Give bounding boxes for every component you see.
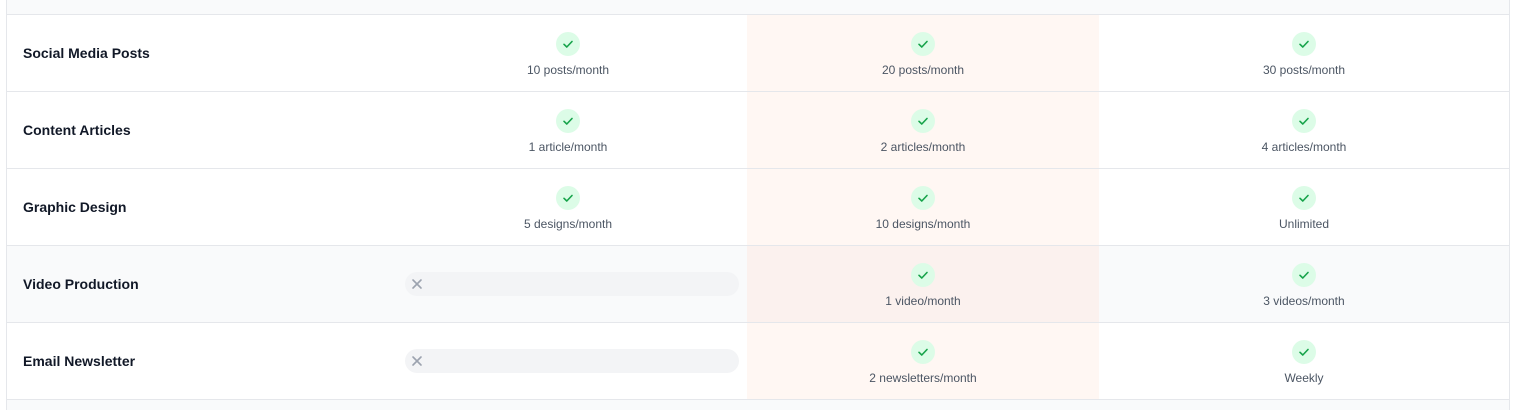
plan-cell: Unlimited (1099, 169, 1509, 245)
plan-value: 30 posts/month (1262, 62, 1346, 77)
plan-cell: 10 designs/month (747, 169, 1099, 245)
plan-cell: 1 video/month (747, 246, 1099, 322)
feature-comparison-table: Social Media Posts 10 posts/month 20 pos… (6, 0, 1510, 410)
feature-label: Email Newsletter (23, 353, 136, 369)
feature-label: Graphic Design (23, 199, 127, 215)
table-row: Email Newsletter 2 newsletters/month Wee… (7, 323, 1509, 400)
plan-value: 20 posts/month (881, 62, 965, 77)
plan-value: 4 articles/month (1261, 139, 1347, 154)
table-row: Content Articles 1 article/month 2 artic… (7, 92, 1509, 169)
plan-cell: 3 videos/month (1099, 246, 1509, 322)
plan-cell: 10 posts/month (389, 15, 747, 91)
check-icon (556, 108, 580, 133)
feature-label: Social Media Posts (23, 45, 150, 61)
plan-value: Weekly (1284, 370, 1324, 385)
plan-cell: 5 designs/month (389, 169, 747, 245)
check-icon (556, 31, 580, 56)
plan-value: 5 designs/month (523, 216, 613, 231)
plan-cell: Weekly (1099, 323, 1509, 399)
check-icon (1292, 31, 1316, 56)
table-header-band (7, 0, 1509, 15)
table-row: Video Production 1 video/month 3 videos/… (7, 246, 1509, 323)
check-icon (911, 185, 935, 210)
x-icon (412, 356, 422, 366)
plan-cell: 4 articles/month (1099, 92, 1509, 168)
plan-value: 10 posts/month (526, 62, 610, 77)
plan-value: 1 video/month (885, 293, 961, 308)
plan-cell: 2 newsletters/month (747, 323, 1099, 399)
not-included-pill (405, 272, 739, 296)
plan-cell: 20 posts/month (747, 15, 1099, 91)
check-icon (1292, 262, 1316, 287)
plan-cell (389, 246, 747, 322)
x-icon (412, 279, 422, 289)
plan-cell: 30 posts/month (1099, 15, 1509, 91)
check-icon (911, 339, 935, 364)
plan-value: 10 designs/month (875, 216, 971, 231)
check-icon (556, 185, 580, 210)
plan-cell: 2 articles/month (747, 92, 1099, 168)
table-footer-band (7, 400, 1509, 410)
table-row: Graphic Design 5 designs/month 10 design… (7, 169, 1509, 246)
table-row: Social Media Posts 10 posts/month 20 pos… (7, 15, 1509, 92)
feature-label: Video Production (23, 276, 139, 292)
check-icon (911, 108, 935, 133)
not-included-pill (405, 349, 739, 373)
check-icon (911, 31, 935, 56)
plan-cell: 1 article/month (389, 92, 747, 168)
plan-value: 1 article/month (528, 139, 608, 154)
plan-value: 3 videos/month (1263, 293, 1345, 308)
plan-value: Unlimited (1278, 216, 1329, 231)
check-icon (1292, 185, 1316, 210)
check-icon (911, 262, 935, 287)
feature-label: Content Articles (23, 122, 131, 138)
plan-value: 2 newsletters/month (869, 370, 977, 385)
check-icon (1292, 339, 1316, 364)
plan-cell (389, 323, 747, 399)
plan-value: 2 articles/month (880, 139, 966, 154)
check-icon (1292, 108, 1316, 133)
